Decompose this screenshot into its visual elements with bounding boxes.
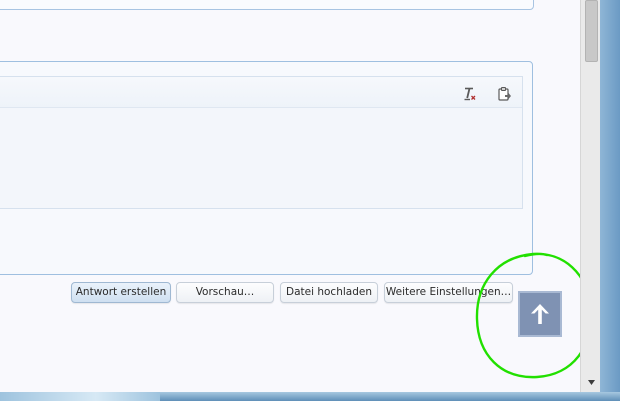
scroll-down-icon[interactable] [585,376,597,388]
upload-file-button[interactable]: Datei hochladen [280,282,378,303]
preview-button[interactable]: Vorschau… [176,282,274,303]
editor-frame [0,76,523,209]
editor-text-area[interactable] [0,108,522,208]
paste-from-word-button[interactable] [491,81,517,106]
remove-format-icon [464,87,476,100]
previous-post-panel [0,0,534,10]
window-border [600,0,620,392]
taskbar [0,392,620,401]
page-content: Antwort erstellen Vorschau… Datei hochla… [0,0,593,401]
editor-toolbar [0,77,522,108]
paste-from-word-icon [498,86,511,101]
reply-editor: Antwort erstellen Vorschau… Datei hochla… [0,61,533,303]
create-reply-button[interactable]: Antwort erstellen [71,282,171,303]
vertical-scrollbar[interactable] [580,0,601,392]
scrollbar-thumb[interactable] [585,0,598,62]
scroll-to-top-button[interactable] [518,291,562,337]
remove-format-button[interactable] [456,81,482,106]
arrow-up-icon [531,304,549,324]
more-settings-button[interactable]: Weitere Einstellungen… [384,282,513,303]
taskbar-highlight [0,392,160,401]
